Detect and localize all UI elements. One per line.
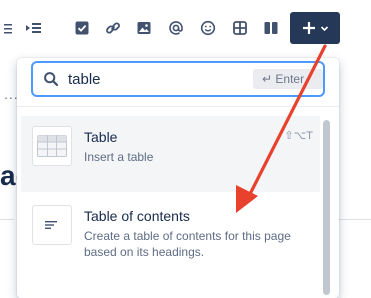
list-partial-icon[interactable] <box>0 14 18 42</box>
layout-columns-icon[interactable] <box>258 14 284 42</box>
editor-toolbar <box>0 0 371 54</box>
task-checkbox-icon[interactable] <box>69 14 95 42</box>
link-icon[interactable] <box>100 14 126 42</box>
page-divider-right <box>338 219 371 220</box>
search-input-value[interactable]: table <box>68 71 101 88</box>
menu-item-description: Create a table of contents for this page… <box>84 229 291 259</box>
menu-item-table[interactable]: Table Insert a table ⇧⌥T <box>21 116 320 192</box>
keyboard-shortcut: ⇧⌥T <box>284 130 313 142</box>
menu-item-title: Table <box>84 129 118 145</box>
indent-icon[interactable] <box>20 14 46 42</box>
menu-item-title: Table of contents <box>84 208 190 224</box>
search-icon <box>43 71 59 92</box>
insert-search-field[interactable]: table ↵ Enter <box>31 61 325 97</box>
insert-menu-dropdown: table ↵ Enter Table Insert a table ⇧⌥T T… <box>17 58 339 298</box>
image-icon[interactable] <box>131 14 157 42</box>
menu-item-table-of-contents[interactable]: Table of contents Create a table of cont… <box>21 195 320 271</box>
toc-lines-icon <box>32 205 72 245</box>
enter-hint-badge: ↵ Enter <box>253 69 323 89</box>
mention-icon[interactable] <box>163 14 189 42</box>
menu-divider <box>17 106 339 107</box>
chevron-down-icon <box>320 25 328 31</box>
emoji-icon[interactable] <box>195 14 221 42</box>
table-icon[interactable] <box>227 14 253 42</box>
menu-scrollbar[interactable] <box>323 120 330 295</box>
page-divider <box>0 219 14 220</box>
menu-item-description: Insert a table <box>84 150 154 164</box>
plus-icon <box>302 22 315 34</box>
table-grid-icon <box>32 126 72 166</box>
insert-menu-button[interactable] <box>290 12 340 44</box>
